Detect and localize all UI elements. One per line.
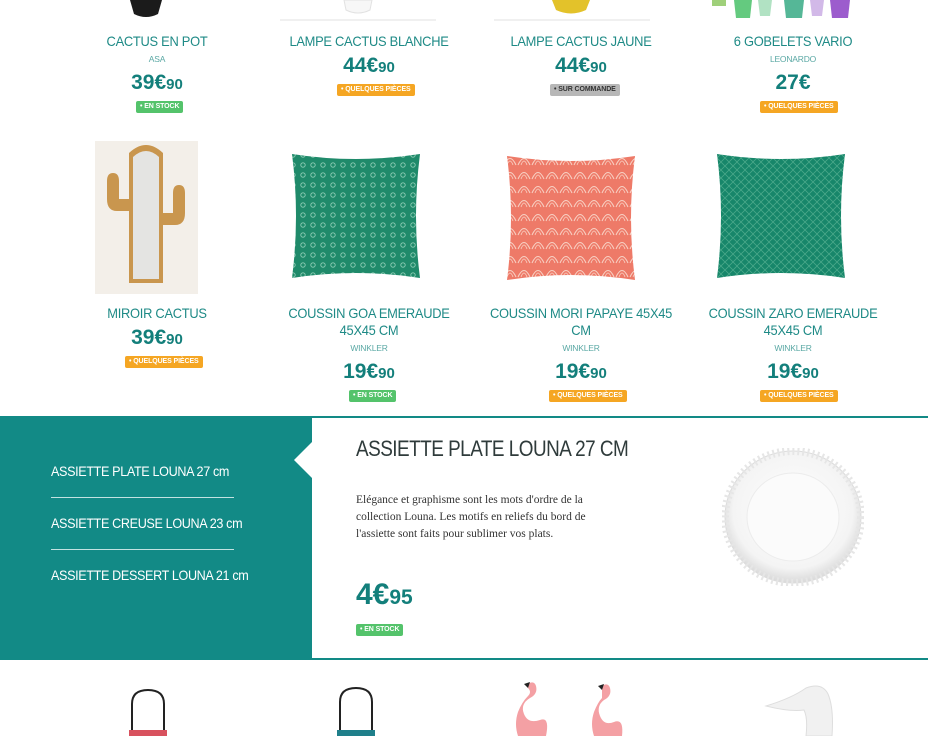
stock-badge: • EN STOCK: [356, 624, 404, 636]
price-main: 27€: [775, 71, 811, 94]
product-price: 19€90: [269, 360, 469, 386]
featured-price: 4€95: [356, 578, 413, 615]
price-cents: 90: [166, 76, 183, 93]
product-name-line: COUSSIN MORI PAPAYE 45X45: [489, 305, 673, 321]
product-name-line: 45X45 CM: [339, 322, 399, 338]
menu-divider: [51, 497, 234, 498]
price-main: 39€: [131, 71, 167, 94]
product-image-assiette[interactable]: [722, 448, 864, 586]
product-name[interactable]: COUSSIN MORI PAPAYE 45X45 CM: [489, 305, 673, 339]
product-image-lanterne-bleue[interactable]: [332, 686, 380, 736]
price-main: 19€: [555, 360, 591, 383]
price-cents: 90: [378, 59, 395, 76]
product-price: 44€90: [269, 54, 469, 80]
product-image-lampe-blanche[interactable]: [280, 0, 436, 22]
product-image-flamants[interactable]: [510, 680, 634, 736]
price-main: 44€: [555, 54, 591, 77]
stock-badge: • EN STOCK: [349, 390, 397, 402]
banner-notch: [294, 442, 312, 478]
product-image-oiseau-blanc[interactable]: [762, 684, 854, 736]
product-name-line: COUSSIN GOA EMERAUDE: [288, 305, 450, 321]
product-name[interactable]: COUSSIN GOA EMERAUDE 45X45 CM: [277, 305, 461, 339]
stock-badge: • QUELQUES PIÈCES: [125, 356, 203, 368]
stock-badge: • QUELQUES PIÈCES: [760, 390, 838, 402]
menu-item-assiette-plate[interactable]: ASSIETTE PLATE LOUNA 27 cm: [51, 462, 229, 480]
product-price: 44€90: [481, 54, 681, 80]
product-name[interactable]: MIROIR CACTUS: [65, 305, 249, 322]
product-name-line: 45X45 CM: [763, 322, 823, 338]
product-name[interactable]: COUSSIN ZARO EMERAUDE 45X45 CM: [701, 305, 885, 339]
menu-item-assiette-creuse[interactable]: ASSIETTE CREUSE LOUNA 23 cm: [51, 514, 243, 532]
product-price: 19€90: [481, 360, 681, 386]
price-cents: 90: [590, 59, 607, 76]
product-brand: LEONARDO: [769, 54, 817, 64]
price-main: 19€: [343, 360, 379, 383]
product-image-lanterne-rouge[interactable]: [124, 688, 172, 736]
featured-banner: ASSIETTE PLATE LOUNA 27 cm ASSIETTE CREU…: [0, 416, 928, 660]
product-image-coussin-zaro[interactable]: [713, 150, 849, 282]
product-name[interactable]: CACTUS EN POT: [65, 33, 249, 50]
stock-badge: • QUELQUES PIÈCES: [337, 84, 415, 96]
product-name[interactable]: 6 GOBELETS VARIO: [701, 33, 885, 50]
menu-item-assiette-dessert[interactable]: ASSIETTE DESSERT LOUNA 21 cm: [51, 566, 249, 584]
product-name[interactable]: LAMPE CACTUS BLANCHE: [277, 33, 461, 50]
product-name[interactable]: LAMPE CACTUS JAUNE: [489, 33, 673, 50]
product-price: 39€90: [57, 71, 257, 97]
price-main: 39€: [131, 326, 167, 349]
product-name-line: CM: [571, 322, 591, 338]
product-name-line: COUSSIN ZARO EMERAUDE: [708, 305, 878, 321]
product-price: 19€90: [693, 360, 893, 386]
banner-menu-panel: [0, 418, 312, 658]
price-cents: 90: [166, 331, 183, 348]
product-image-coussin-mori[interactable]: [503, 152, 639, 284]
stock-badge: • EN STOCK: [136, 101, 184, 113]
stock-badge: • SUR COMMANDE: [550, 84, 620, 96]
product-image-cactus-pot[interactable]: [124, 0, 168, 20]
price-cents: 90: [802, 365, 819, 382]
desc-line: l'assiette sont faits pour sublimer vos …: [356, 528, 554, 540]
product-image-lampe-jaune[interactable]: [494, 0, 650, 22]
stock-badge: • QUELQUES PIÈCES: [549, 390, 627, 402]
product-image-miroir-cactus[interactable]: [95, 141, 198, 294]
featured-title[interactable]: ASSIETTE PLATE LOUNA 27 CM: [356, 436, 629, 462]
product-brand: WINKLER: [562, 343, 600, 353]
desc-line: collection Louna. Les motifs en reliefs …: [356, 511, 586, 523]
price-cents: 95: [389, 586, 413, 609]
product-image-coussin-goa[interactable]: [288, 150, 424, 282]
product-brand: ASA: [148, 54, 166, 64]
product-brand: WINKLER: [774, 343, 812, 353]
price-cents: 90: [378, 365, 395, 382]
product-image-gobelets[interactable]: [712, 0, 860, 22]
price-main: 19€: [767, 360, 803, 383]
desc-line: Elégance et graphisme sont les mots d'or…: [356, 494, 583, 506]
product-brand: WINKLER: [350, 343, 388, 353]
product-price: 39€90: [57, 326, 257, 352]
featured-description: Elégance et graphisme sont les mots d'or…: [356, 492, 626, 543]
menu-divider: [51, 549, 234, 550]
price-main: 44€: [343, 54, 379, 77]
product-price: 27€: [693, 71, 893, 97]
price-cents: 90: [590, 365, 607, 382]
stock-badge: • QUELQUES PIÈCES: [760, 101, 838, 113]
price-main: 4€: [356, 578, 390, 611]
